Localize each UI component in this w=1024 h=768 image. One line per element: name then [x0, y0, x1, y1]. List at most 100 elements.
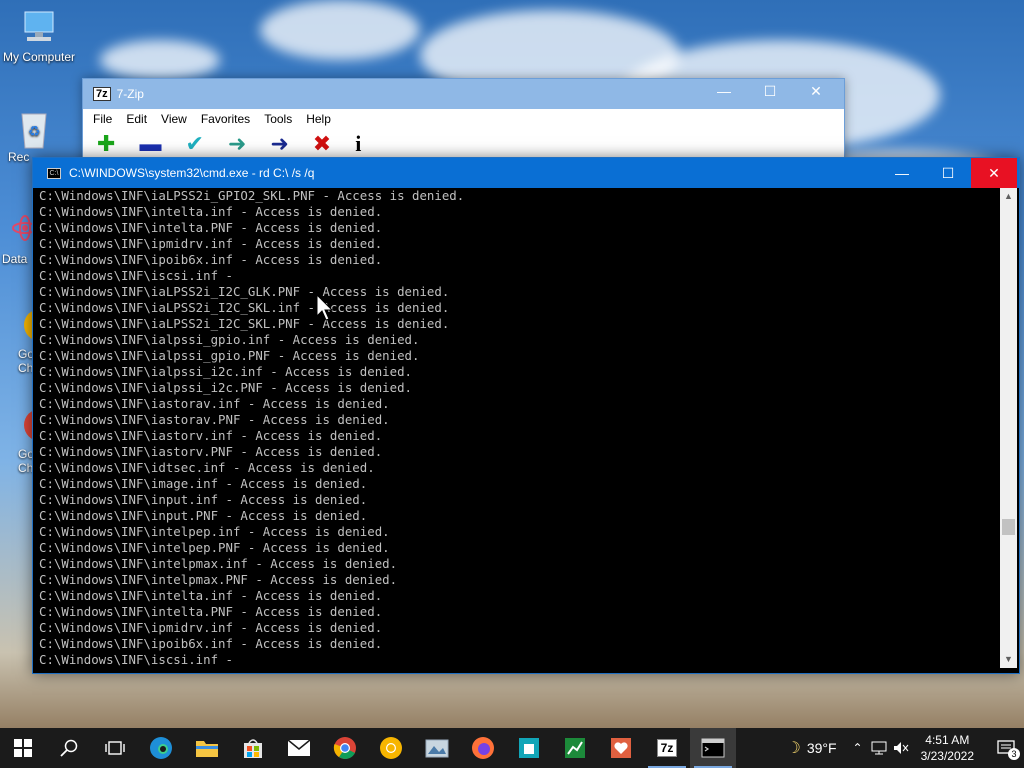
desktop-icon-recycle-bin[interactable]: ♻ Rec	[0, 108, 47, 164]
seven-zip-window[interactable]: 7z 7-Zip — ☐ ✕ File Edit View Favorites …	[82, 78, 845, 168]
console-line: C:\Windows\INF\ialpssi_i2c.PNF - Access …	[39, 380, 412, 395]
console-line: C:\Windows\INF\intelta.inf - Access is d…	[39, 588, 383, 603]
recycle-bin-icon: ♻	[14, 108, 58, 149]
system-tray: ☽ 39°F ⌃ 4:51 AM 3/23/2022 3	[786, 728, 1024, 768]
desktop-icon-my-computer[interactable]: My Computer	[0, 8, 78, 64]
add-icon[interactable]: ✚	[97, 131, 115, 157]
console-line: C:\Windows\INF\ipmidrv.inf - Access is d…	[39, 236, 383, 251]
menu-favorites[interactable]: Favorites	[201, 112, 250, 126]
console-output[interactable]: C:\Windows\INF\iaLPSS2i_GPIO2_SKL.PNF - …	[39, 188, 1001, 666]
taskbar-store[interactable]	[230, 728, 276, 768]
photos-icon	[425, 739, 449, 758]
desktop-icon-label: Go Ch	[18, 447, 35, 475]
start-button[interactable]	[0, 728, 46, 768]
delete-icon[interactable]: ✖	[313, 131, 331, 157]
cmd-titlebar[interactable]: C:\ C:\WINDOWS\system32\cmd.exe - rd C:\…	[33, 158, 1019, 188]
taskbar-firefox[interactable]	[460, 728, 506, 768]
move-icon[interactable]: ➜	[270, 131, 288, 157]
menu-view[interactable]: View	[161, 112, 187, 126]
maximize-button[interactable]: ☐	[747, 83, 793, 105]
console-line: C:\Windows\INF\iastorav.inf - Access is …	[39, 396, 390, 411]
scroll-down-arrow-icon[interactable]: ▼	[1000, 651, 1017, 668]
seven-zip-menubar: File Edit View Favorites Tools Help	[83, 109, 844, 129]
scroll-up-arrow-icon[interactable]: ▲	[1000, 188, 1017, 205]
seven-zip-toolbar: ✚ ▬ ✔ ➜ ➜ ✖ i	[83, 129, 844, 159]
network-icon[interactable]	[871, 741, 887, 755]
taskbar-file-explorer[interactable]	[184, 728, 230, 768]
taskbar-teal-app[interactable]	[506, 728, 552, 768]
console-line: C:\Windows\INF\ipmidrv.inf - Access is d…	[39, 620, 383, 635]
chevron-up-icon[interactable]: ⌃	[853, 741, 863, 755]
info-icon[interactable]: i	[355, 131, 361, 157]
seven-zip-title: 7-Zip	[116, 87, 144, 101]
volume-muted-icon[interactable]	[893, 741, 909, 755]
taskbar-chrome-canary[interactable]	[368, 728, 414, 768]
console-line: C:\Windows\INF\iastorav.PNF - Access is …	[39, 412, 390, 427]
chrome-canary-icon	[380, 737, 402, 759]
weather-moon-icon[interactable]: ☽	[786, 738, 800, 758]
taskbar-edge[interactable]	[138, 728, 184, 768]
console-line: C:\Windows\INF\input.PNF - Access is den…	[39, 508, 368, 523]
bag-icon	[519, 738, 539, 758]
seven-zip-taskbar-icon: 7z	[656, 739, 678, 757]
task-view-button[interactable]	[92, 728, 138, 768]
console-line: C:\Windows\INF\ialpssi_i2c.inf - Access …	[39, 364, 412, 379]
minimize-button[interactable]: —	[701, 83, 747, 105]
scrollbar-thumb[interactable]	[1002, 518, 1015, 535]
cloud	[100, 40, 220, 80]
minimize-button[interactable]: —	[879, 158, 925, 188]
console-line: C:\Windows\INF\ialpssi_gpio.PNF - Access…	[39, 348, 420, 363]
action-center-button[interactable]: 3	[988, 728, 1024, 768]
console-line: C:\Windows\INF\ipoib6x.inf - Access is d…	[39, 252, 383, 267]
console-line: C:\Windows\INF\intelpep.inf - Access is …	[39, 524, 390, 539]
taskbar-health-app[interactable]	[598, 728, 644, 768]
maximize-button[interactable]: ☐	[925, 158, 971, 188]
taskbar-7zip[interactable]: 7z	[644, 728, 690, 768]
cmd-window[interactable]: C:\ C:\WINDOWS\system32\cmd.exe - rd C:\…	[32, 157, 1020, 674]
clock[interactable]: 4:51 AM 3/23/2022	[921, 732, 974, 764]
taskbar-photos[interactable]	[414, 728, 460, 768]
console-line: C:\Windows\INF\image.inf - Access is den…	[39, 476, 368, 491]
console-line: C:\Windows\INF\intelpep.PNF - Access is …	[39, 540, 390, 555]
test-icon[interactable]: ✔	[185, 131, 203, 157]
menu-help[interactable]: Help	[306, 112, 331, 126]
edge-icon	[150, 737, 172, 759]
windows-logo-icon	[14, 739, 32, 757]
search-icon	[60, 739, 78, 757]
chrome-icon	[333, 737, 356, 759]
taskbar-chrome[interactable]	[322, 728, 368, 768]
extract-icon[interactable]: ▬	[139, 131, 161, 157]
console-line: C:\Windows\INF\idtsec.inf - Access is de…	[39, 460, 375, 475]
seven-zip-titlebar[interactable]: 7z 7-Zip — ☐ ✕	[83, 79, 844, 109]
console-line: C:\Windows\INF\iaLPSS2i_I2C_GLK.PNF - Ac…	[39, 284, 450, 299]
firefox-icon	[472, 737, 494, 759]
menu-tools[interactable]: Tools	[264, 112, 292, 126]
computer-icon	[17, 8, 61, 48]
task-view-icon	[105, 741, 125, 755]
taskbar: 7z ☽ 39°F ⌃ 4:51 AM 3/23/2022 3	[0, 728, 1024, 768]
console-line: C:\Windows\INF\ialpssi_gpio.inf - Access…	[39, 332, 420, 347]
console-line: C:\Windows\INF\ipoib6x.inf - Access is d…	[39, 636, 383, 651]
console-line: C:\Windows\INF\intelta.PNF - Access is d…	[39, 604, 383, 619]
cmd-icon: C:\	[47, 167, 61, 179]
console-line: C:\Windows\INF\intelpmax.PNF - Access is…	[39, 572, 398, 587]
folder-icon	[196, 741, 218, 757]
close-button[interactable]: ✕	[971, 158, 1017, 188]
console-line: C:\Windows\INF\intelpmax.inf - Access is…	[39, 556, 398, 571]
console-line: C:\Windows\INF\input.inf - Access is den…	[39, 492, 368, 507]
menu-file[interactable]: File	[93, 112, 112, 126]
console-line: C:\Windows\INF\iaLPSS2i_I2C_SKL.inf - Ac…	[39, 300, 450, 315]
taskbar-chart-app[interactable]	[552, 728, 598, 768]
search-button[interactable]	[46, 728, 92, 768]
heart-icon	[611, 738, 631, 758]
copy-icon[interactable]: ➜	[228, 131, 246, 157]
seven-zip-logo-icon: 7z	[93, 87, 111, 101]
close-button[interactable]: ✕	[793, 83, 839, 105]
weather-temperature[interactable]: 39°F	[807, 740, 837, 756]
vertical-scrollbar[interactable]: ▲ ▼	[1000, 188, 1017, 668]
taskbar-cmd[interactable]	[690, 728, 736, 768]
menu-edit[interactable]: Edit	[126, 112, 147, 126]
clock-time: 4:51 AM	[925, 733, 970, 747]
taskbar-mail[interactable]	[276, 728, 322, 768]
clock-date: 3/23/2022	[920, 749, 974, 763]
